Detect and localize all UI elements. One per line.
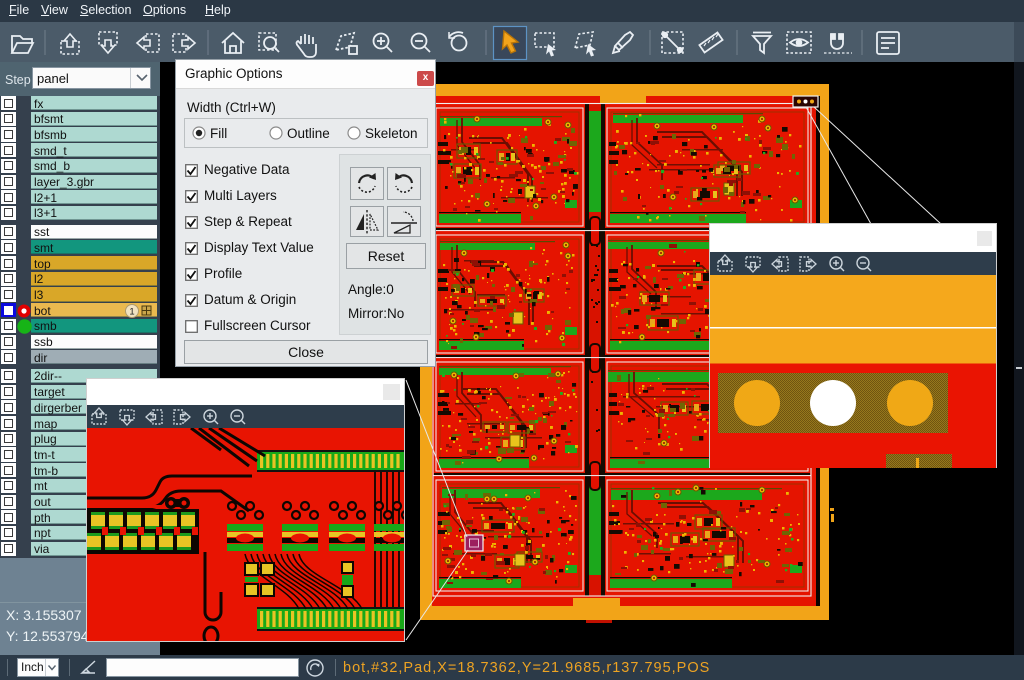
svg-text:1: 1 [129,306,134,317]
